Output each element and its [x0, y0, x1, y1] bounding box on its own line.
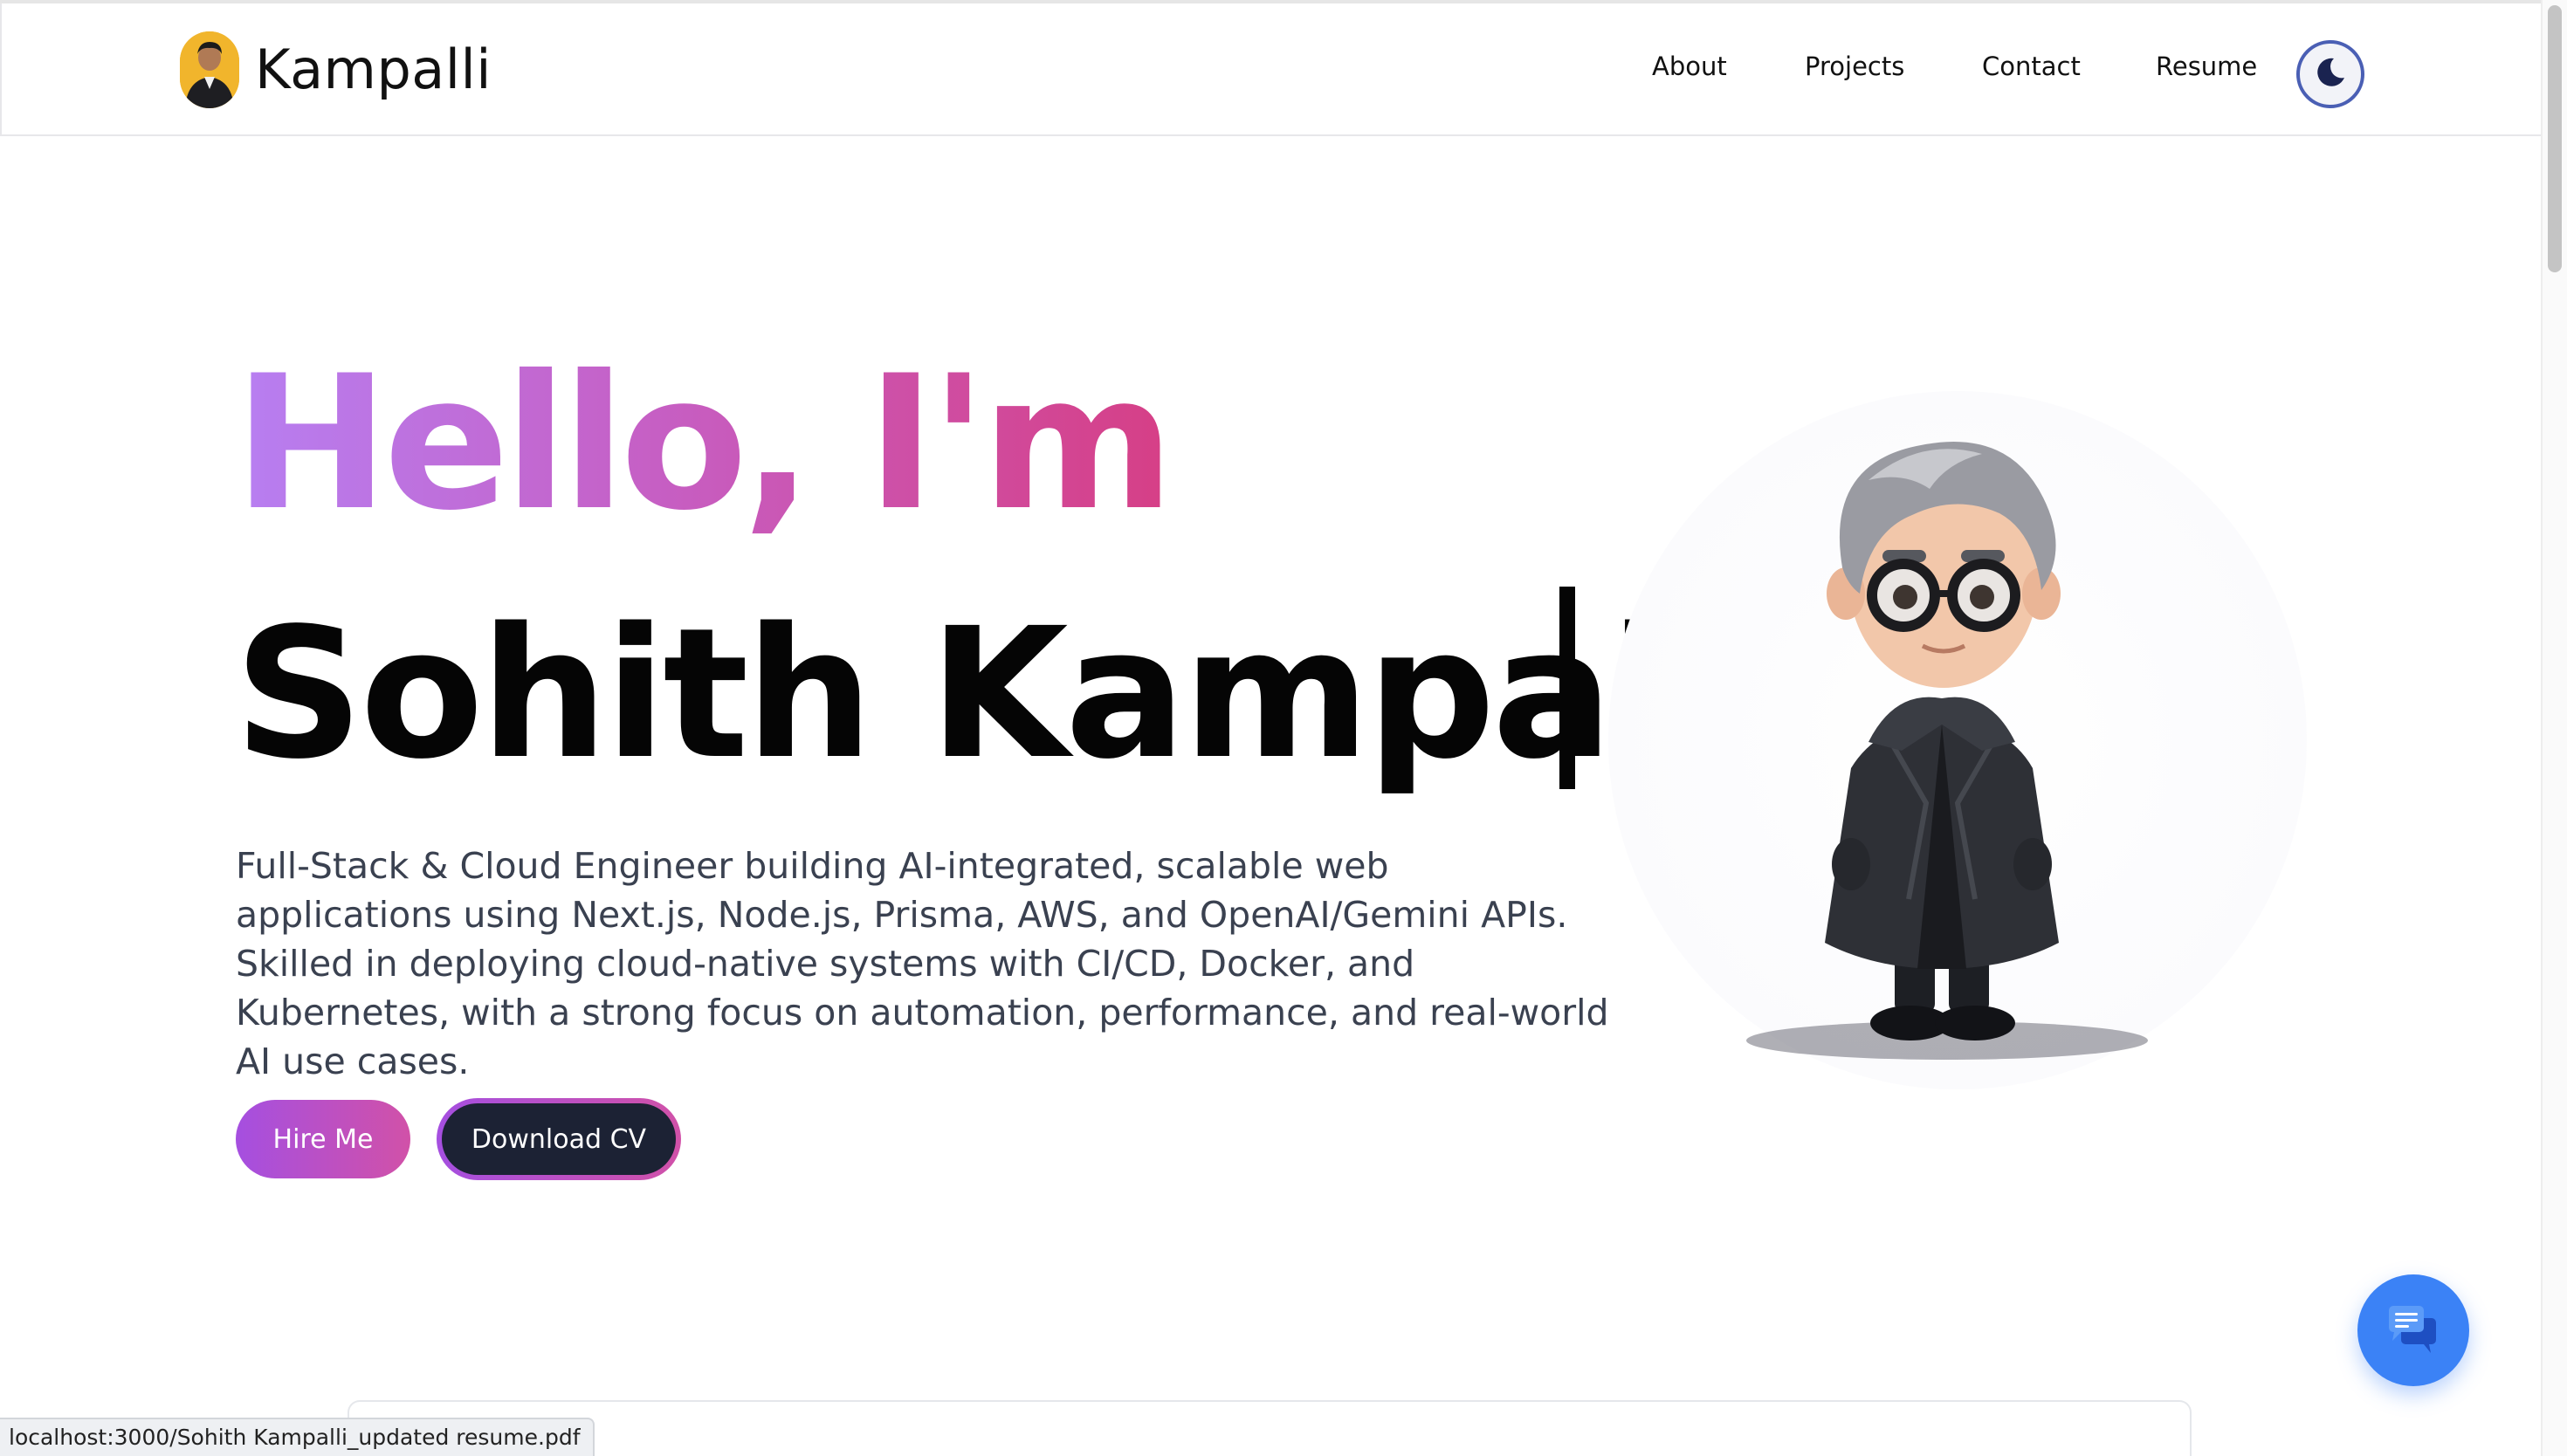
- brand-logo[interactable]: Kampalli: [180, 31, 492, 108]
- chat-button[interactable]: [2357, 1274, 2469, 1386]
- scrollbar-thumb[interactable]: [2548, 5, 2562, 272]
- hire-me-button[interactable]: Hire Me: [236, 1100, 410, 1178]
- nav-link-projects[interactable]: Projects: [1805, 51, 1904, 82]
- nav-link-contact[interactable]: Contact: [1982, 51, 2081, 82]
- moon-icon: [2313, 55, 2348, 94]
- hero-description: Full-Stack & Cloud Engineer building AI-…: [236, 845, 1609, 1082]
- next-section-card: [348, 1400, 2192, 1456]
- link-status-bar: localhost:3000/Sohith Kampalli_updated r…: [0, 1418, 595, 1456]
- download-cv-button[interactable]: Download CV: [437, 1098, 681, 1180]
- theme-toggle-button[interactable]: [2296, 40, 2364, 108]
- avatar-illustration: [1746, 442, 2148, 1060]
- brand-name: Kampalli: [255, 38, 492, 101]
- nav-link-about[interactable]: About: [1652, 51, 1727, 82]
- navbar: Kampalli About Projects Contact Resume: [0, 3, 2541, 136]
- avatar: [180, 31, 239, 108]
- hero-greeting: Hello, I'm: [234, 335, 1174, 551]
- download-cv-label: Download CV: [442, 1103, 676, 1175]
- chat-icon: [2385, 1302, 2441, 1359]
- browser-viewport: Kampalli About Projects Contact Resume H…: [0, 0, 2567, 1456]
- nav-link-resume[interactable]: Resume: [2156, 51, 2257, 82]
- hero-name: Sohith Kampalli: [234, 589, 1788, 799]
- typing-cursor: [1559, 587, 1575, 789]
